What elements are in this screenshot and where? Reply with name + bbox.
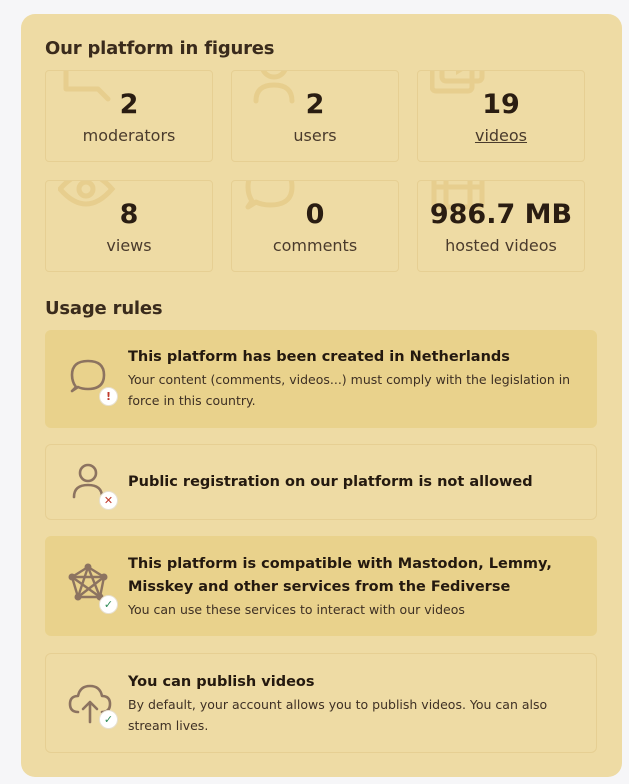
- figure-label: moderators: [82, 126, 176, 145]
- check-badge-icon: ✓: [99, 710, 118, 729]
- rule-federation: ✓ This platform is compatible with Masto…: [45, 536, 597, 636]
- rule-publish: ✓ You can publish videos By default, you…: [45, 653, 597, 753]
- figure-users: 2 users: [231, 70, 399, 162]
- rule-text: Public registration on our platform is n…: [128, 471, 576, 494]
- rule-registration: ✕ Public registration on our platform is…: [45, 444, 597, 520]
- figure-label: views: [106, 236, 152, 255]
- rule-title: This platform has been created in Nether…: [128, 349, 510, 365]
- figure-value: 19: [482, 89, 520, 120]
- instance-about-panel: Our platform in figures 2 moderators 2 u…: [21, 14, 622, 777]
- not-allowed-badge-icon: ✕: [99, 491, 118, 510]
- warning-badge-icon: !: [99, 387, 118, 406]
- rule-country: ! This platform has been created in Neth…: [45, 330, 597, 428]
- figure-value: 2: [305, 89, 325, 120]
- usage-rules-heading: Usage rules: [45, 298, 163, 319]
- figure-value: 986.7 MB: [429, 199, 573, 230]
- figure-views: 8 views: [45, 180, 213, 272]
- figure-comments: 0 comments: [231, 180, 399, 272]
- videos-link[interactable]: videos: [418, 126, 584, 146]
- figure-value: 2: [119, 89, 139, 120]
- figure-value: 0: [305, 199, 325, 230]
- rule-text: This platform is compatible with Mastodo…: [128, 553, 576, 620]
- check-badge-icon: ✓: [99, 595, 118, 614]
- figure-moderators: 2 moderators: [45, 70, 213, 162]
- rule-title: Public registration on our platform is n…: [128, 474, 533, 490]
- rule-text: You can publish videos By default, your …: [128, 671, 576, 736]
- figure-videos[interactable]: 19 videos: [417, 70, 585, 162]
- rule-description: You can use these services to interact w…: [128, 602, 465, 617]
- figures-heading: Our platform in figures: [45, 38, 275, 59]
- figure-value: 8: [119, 199, 139, 230]
- figure-label: comments: [272, 236, 358, 255]
- rule-description: By default, your account allows you to p…: [128, 697, 548, 733]
- rule-title: This platform is compatible with Mastodo…: [128, 556, 552, 595]
- figure-label: users: [293, 126, 337, 145]
- figure-hosted-videos: 986.7 MB hosted videos: [417, 180, 585, 272]
- rule-title: You can publish videos: [128, 674, 315, 690]
- rule-description: Your content (comments, videos...) must …: [128, 372, 571, 408]
- rule-text: This platform has been created in Nether…: [128, 346, 576, 411]
- figure-label: hosted videos: [445, 236, 557, 255]
